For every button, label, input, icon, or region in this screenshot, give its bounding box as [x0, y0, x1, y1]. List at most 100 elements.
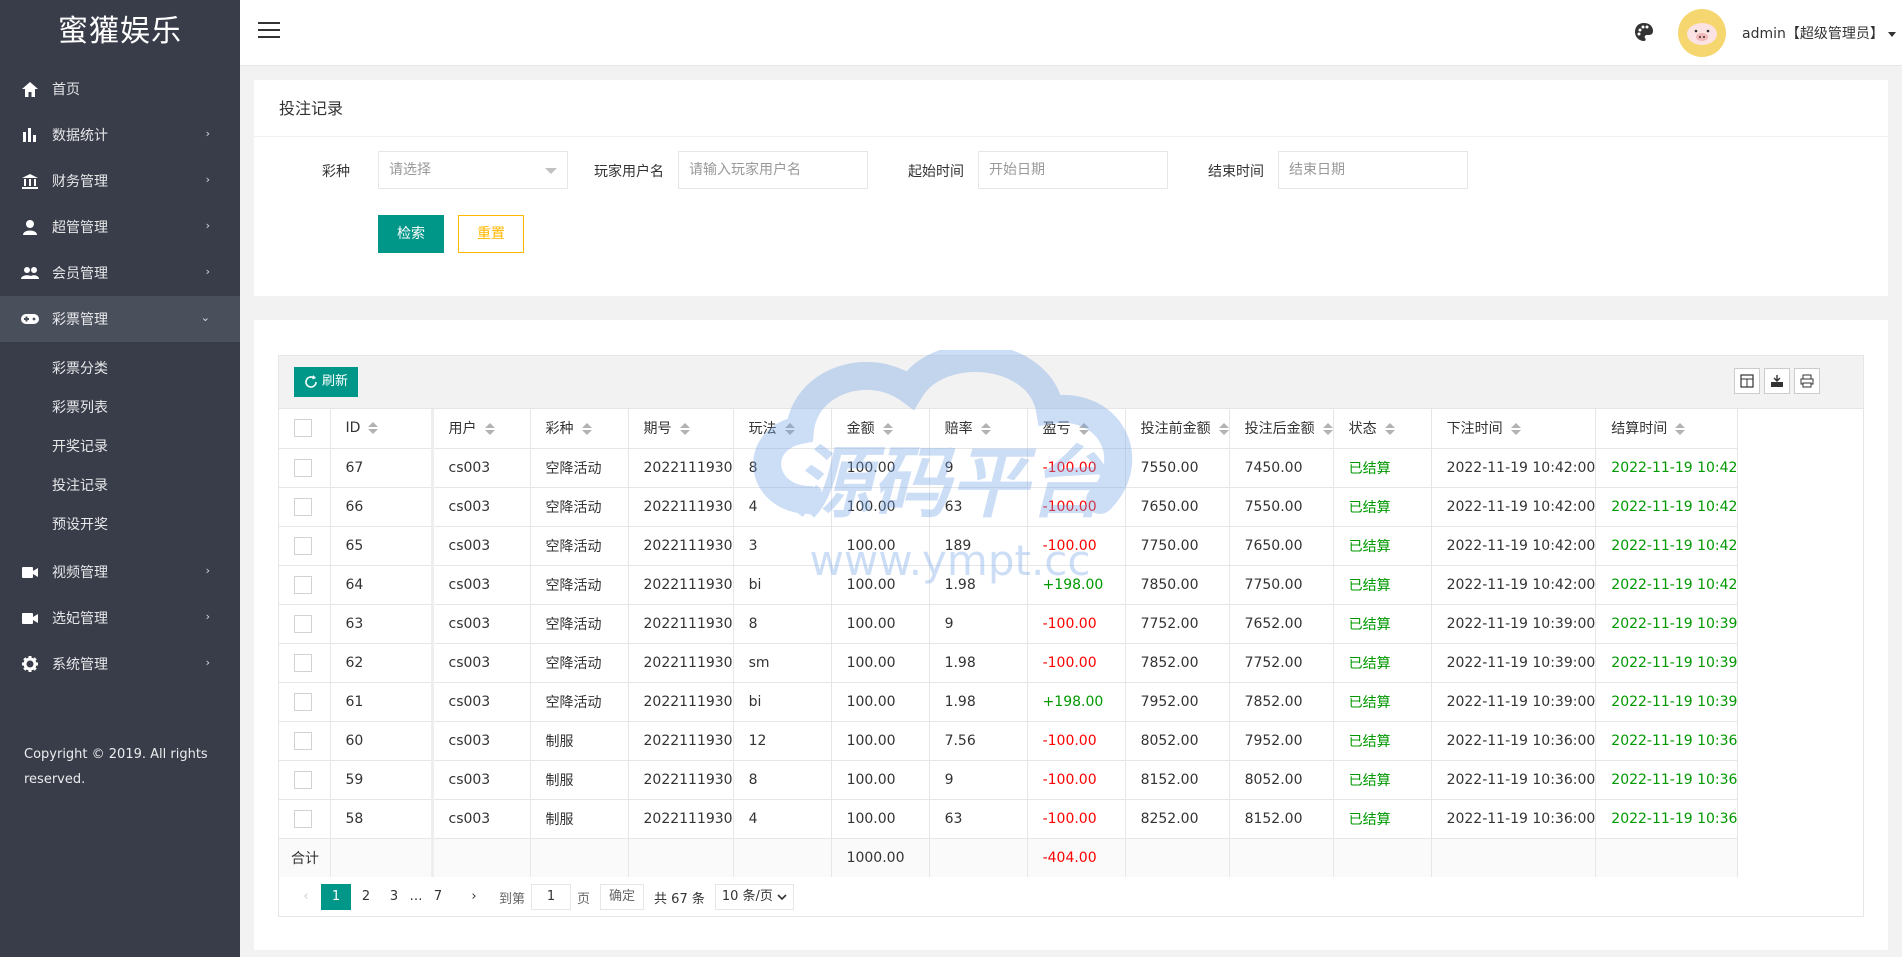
table-row[interactable]: 67 cs003 空降活动 2022111930 8 100.00 9 -100.00 7550…	[279, 448, 1739, 488]
sort-icon[interactable]	[1078, 423, 1089, 436]
sort-icon[interactable]	[1322, 423, 1333, 436]
print-icon[interactable]	[1794, 368, 1820, 394]
column-header-play[interactable]: 玩法	[733, 409, 832, 449]
column-header-id[interactable]: ID	[330, 409, 434, 449]
sort-icon[interactable]	[882, 423, 893, 436]
chevron-down-icon	[777, 894, 787, 900]
brand-logo[interactable]: 蜜獾娱乐	[0, 0, 240, 66]
table-row[interactable]: 65 cs003 空降活动 2022111930 3 100.00 189 -100.00 77…	[279, 526, 1739, 566]
column-label: 期号	[643, 421, 672, 438]
sort-icon[interactable]	[1510, 423, 1521, 436]
column-header-before-balance[interactable]: 投注前金额	[1125, 409, 1230, 449]
submenu-item-lottery-category[interactable]: 彩票分类	[0, 348, 240, 387]
prev-page-button[interactable]: ‹	[293, 884, 319, 910]
cell-bet-time: 2022-11-19 10:36:00	[1431, 760, 1597, 800]
sort-icon[interactable]	[784, 423, 795, 436]
table-toolbar: 刷新	[279, 356, 1863, 409]
column-header-bet-time[interactable]: 下注时间	[1431, 409, 1597, 449]
table-row[interactable]: 59 cs003 制服 2022111930 8 100.00 9 -100.00 8152.0…	[279, 760, 1739, 800]
column-header-status[interactable]: 状态	[1333, 409, 1432, 449]
page-button-2[interactable]: 2	[353, 884, 379, 910]
sidebar-item-concubine[interactable]: 选妃管理 ›	[0, 595, 240, 641]
table-row[interactable]: 58 cs003 制服 2022111930 4 100.00 63 -100.00 8252.…	[279, 799, 1739, 839]
column-label: 投注后金额	[1244, 421, 1315, 438]
sidebar-item-super-admin[interactable]: 超管管理 ›	[0, 204, 240, 250]
column-header-amount[interactable]: 金额	[831, 409, 930, 449]
row-checkbox[interactable]	[294, 731, 312, 750]
next-page-button[interactable]: ›	[461, 884, 487, 910]
select-all-checkbox[interactable]	[294, 419, 312, 438]
player-username-input[interactable]: 请输入玩家用户名	[678, 151, 868, 189]
total-profit: -404.00	[1027, 838, 1126, 877]
columns-filter-icon[interactable]	[1734, 368, 1760, 394]
table-row[interactable]: 61 cs003 空降活动 2022111930 bi 100.00 1.98 +198.00…	[279, 682, 1739, 722]
table-row[interactable]: 64 cs003 空降活动 2022111930 bi 100.00 1.98 +198.00…	[279, 565, 1739, 605]
sort-icon[interactable]	[581, 423, 592, 436]
goto-page-input[interactable]: 1	[531, 884, 572, 910]
player-input-placeholder: 请输入玩家用户名	[689, 162, 801, 178]
cell-issue: 2022111930	[628, 760, 734, 800]
sort-icon[interactable]	[1675, 423, 1686, 436]
sidebar-item-system[interactable]: 系统管理 ›	[0, 641, 240, 687]
column-header-odds[interactable]: 赔率	[929, 409, 1028, 449]
row-checkbox[interactable]	[294, 458, 312, 477]
row-checkbox[interactable]	[294, 653, 312, 672]
page-button-3[interactable]: 3	[381, 884, 407, 910]
refresh-button[interactable]: 刷新	[294, 367, 359, 397]
sidebar-item-label: 彩票管理	[52, 312, 108, 328]
sort-icon[interactable]	[980, 423, 991, 436]
sidebar-item-label: 选妃管理	[52, 611, 108, 627]
sort-icon[interactable]	[1218, 423, 1229, 436]
row-checkbox[interactable]	[294, 809, 312, 828]
cell-after-balance: 8152.00	[1229, 799, 1334, 839]
palette-icon[interactable]	[1634, 22, 1656, 44]
sidebar-item-home[interactable]: 首页	[0, 66, 240, 112]
row-checkbox[interactable]	[294, 536, 312, 555]
export-icon[interactable]	[1764, 368, 1790, 394]
sidebar-item-statistics[interactable]: 数据统计 ›	[0, 112, 240, 158]
row-checkbox[interactable]	[294, 770, 312, 789]
column-header-user[interactable]: 用户	[432, 409, 531, 449]
sidebar-item-lottery[interactable]: 彩票管理 ⌄	[0, 296, 240, 342]
page-button-1[interactable]: 1	[321, 884, 351, 910]
row-checkbox[interactable]	[294, 497, 312, 516]
sort-icon[interactable]	[679, 423, 690, 436]
cell-after-balance: 7752.00	[1229, 643, 1334, 683]
submenu-item-draw-records[interactable]: 开奖记录	[0, 426, 240, 465]
submenu-item-bet-records[interactable]: 投注记录	[0, 465, 240, 504]
admin-user-menu[interactable]: admin【超级管理员】	[1742, 23, 1896, 43]
menu-toggle-icon[interactable]	[258, 22, 280, 42]
row-checkbox[interactable]	[294, 692, 312, 711]
table-row[interactable]: 63 cs003 空降活动 2022111930 8 100.00 9 -100.00 7752…	[279, 604, 1739, 644]
reset-button[interactable]: 重置	[458, 215, 524, 253]
sidebar-item-members[interactable]: 会员管理 ›	[0, 250, 240, 296]
column-header-profit[interactable]: 盈亏	[1027, 409, 1126, 449]
table-row[interactable]: 62 cs003 空降活动 2022111930 sm 100.00 1.98 -100.00…	[279, 643, 1739, 683]
column-header-settle-time[interactable]: 结算时间	[1595, 409, 1739, 449]
sidebar-item-video[interactable]: 视频管理 ›	[0, 549, 240, 595]
submenu-item-preset-draw[interactable]: 预设开奖	[0, 504, 240, 543]
cell-profit: -100.00	[1027, 643, 1126, 683]
page-size-select[interactable]: 10 条/页	[714, 884, 794, 910]
column-header-issue[interactable]: 期号	[628, 409, 734, 449]
cell-settle-time: 2022-11-19 10:36	[1595, 721, 1739, 761]
row-checkbox[interactable]	[294, 575, 312, 594]
submenu-item-lottery-list[interactable]: 彩票列表	[0, 387, 240, 426]
column-header-after-balance[interactable]: 投注后金额	[1229, 409, 1334, 449]
page-button-last[interactable]: 7	[425, 884, 451, 910]
row-checkbox[interactable]	[294, 614, 312, 633]
search-button[interactable]: 检索	[378, 215, 444, 253]
start-date-input[interactable]: 开始日期	[978, 151, 1168, 189]
lottery-select[interactable]: 请选择	[378, 151, 568, 189]
avatar[interactable]	[1678, 9, 1726, 57]
pagination: ‹ 1 2 3 … 7 › 到第 1 页 确定 共 67 条 10 条/页	[279, 877, 1863, 917]
sidebar-item-finance[interactable]: 财务管理 ›	[0, 158, 240, 204]
table-row[interactable]: 66 cs003 空降活动 2022111930 4 100.00 63 -100.00 765…	[279, 487, 1739, 527]
goto-confirm-button[interactable]: 确定	[600, 884, 645, 910]
table-row[interactable]: 60 cs003 制服 2022111930 12 100.00 7.56 -100.00 80…	[279, 721, 1739, 761]
column-header-lottery[interactable]: 彩种	[530, 409, 629, 449]
sort-icon[interactable]	[368, 422, 379, 435]
sort-icon[interactable]	[1384, 423, 1395, 436]
sort-icon[interactable]	[484, 423, 495, 436]
end-date-input[interactable]: 结束日期	[1278, 151, 1468, 189]
